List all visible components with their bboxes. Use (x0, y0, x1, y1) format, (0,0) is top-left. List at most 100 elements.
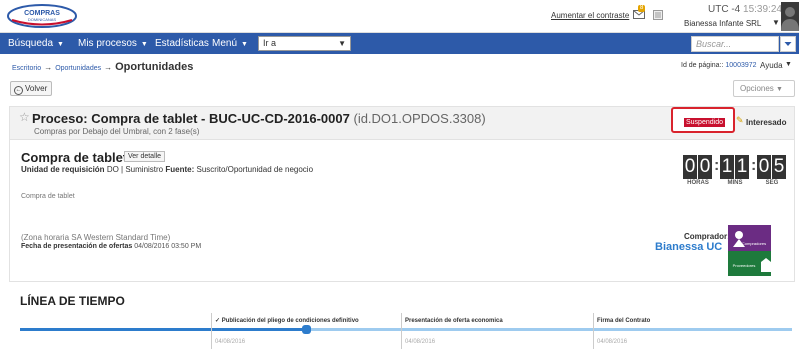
description: Compra de tablet (21, 193, 75, 200)
timeline-milestone[interactable]: Firma del Contrato 04/08/2016 (593, 313, 650, 349)
milestone-date: 04/08/2016 (405, 339, 436, 345)
countdown-separator: : (714, 157, 720, 174)
hours-label: HORAS (687, 180, 709, 186)
countdown-digit: 5 (772, 155, 786, 179)
page-title: Oportunidades (115, 61, 194, 73)
countdown-mins: 11 (720, 155, 750, 179)
nav-menu[interactable]: Menú ▼ (212, 38, 248, 49)
process-title-text: Proceso: Compra de tablet - BUC-UC-CD-20… (32, 111, 350, 126)
chevron-down-icon: ▼ (57, 41, 64, 48)
countdown-digit: 0 (757, 155, 771, 179)
nav-estadisticas[interactable]: Estadísticas (155, 38, 209, 49)
page-id-label: Id de página:: (681, 62, 724, 69)
chevron-down-icon[interactable]: ▼ (785, 61, 792, 68)
options-label: Opciones (740, 84, 774, 93)
unit-value: DO (106, 165, 119, 174)
page-id: Id de página:: 10003972 (681, 62, 757, 69)
milestone-label: ✓ Publicación del pliego de condiciones … (215, 318, 359, 324)
countdown-digit: 1 (735, 155, 749, 179)
status-badge: Suspendido (684, 118, 725, 127)
deadline: Fecha de presentación de ofertas 04/08/2… (21, 243, 201, 250)
logo-line1: COMPRAS (24, 10, 60, 17)
timeline-title: LÍNEA DE TIEMPO (20, 294, 125, 308)
milestone-date: 04/08/2016 (215, 339, 246, 345)
process-title: Proceso: Compra de tablet - BUC-UC-CD-20… (32, 111, 486, 126)
main-nav: Búsqueda ▼ Mis procesos ▼ Estadísticas Men… (0, 33, 799, 54)
page-id-value[interactable]: 10003972 (725, 62, 756, 69)
star-icon[interactable]: ☆ (19, 110, 30, 124)
timeline-milestone[interactable]: Presentación de oferta economica 04/08/2… (401, 313, 503, 349)
search-input[interactable]: Buscar... (691, 36, 779, 52)
timezone-note: (Zona horaria SA Western Standard Time) (21, 233, 171, 242)
nav-mis-procesos[interactable]: Mis procesos ▼ (78, 38, 148, 49)
timeline-milestone[interactable]: ✓ Publicación del pliego de condiciones … (211, 313, 359, 349)
breadcrumb: Escritorio → Oportunidades → Oportunidades (12, 61, 193, 73)
deadline-label: Fecha de presentación de ofertas (21, 243, 133, 250)
countdown-separator: : (751, 157, 757, 174)
source-label: Fuente: (165, 165, 195, 174)
process-panel: ☆ Proceso: Compra de tablet - BUC-UC-CD-… (9, 106, 795, 282)
compras-dominicanas-logo[interactable]: COMPRAS DOMINICANAS (6, 3, 78, 29)
user-menu-caret-icon[interactable]: ▼ (772, 18, 780, 27)
arrow-icon: → (44, 63, 53, 72)
arrow-icon: → (104, 63, 113, 72)
countdown-timer: 00 : 11 : 05 HORAS MINS SEG (683, 155, 787, 187)
process-subtitle: Compras por Debajo del Umbral, con 2 fas… (34, 127, 200, 136)
countdown-digit: 0 (698, 155, 712, 179)
back-label: Volver (25, 84, 48, 93)
compradores-proveedores-logo: Compradores Proveedores (728, 225, 771, 276)
interested-button[interactable]: Interesado (746, 118, 786, 127)
countdown-digit: 0 (683, 155, 697, 179)
status-highlight: Suspendido (671, 107, 735, 133)
countdown-secs: 05 (757, 155, 787, 179)
buyer-label: Comprador: (684, 232, 730, 241)
countdown-digit: 1 (720, 155, 734, 179)
document-icon[interactable] (653, 10, 663, 20)
top-header: COMPRAS DOMINICANAS Aumentar el contrast… (0, 0, 799, 33)
help-link[interactable]: Ayuda (760, 61, 783, 70)
chevron-down-icon: ▼ (338, 39, 346, 48)
unit-line: Unidad de requisición DO | Suministro Fu… (21, 165, 314, 174)
source-value: Suscrito/Oportunidad de negocio (196, 165, 314, 174)
chevron-down-icon: ▼ (776, 86, 783, 93)
nav-label: Estadísticas (155, 38, 209, 49)
timezone: UTC -4 (708, 4, 741, 15)
milestone-label: Presentación de oferta economica (405, 318, 503, 324)
chevron-down-icon: ▼ (140, 41, 148, 48)
chevron-down-icon: ▼ (241, 41, 248, 48)
options-button[interactable]: Opciones ▼ (733, 80, 795, 97)
breadcrumb-root[interactable]: Escritorio (12, 65, 41, 72)
badge-bottom-text: Proveedores (733, 263, 756, 268)
milestone-date: 04/08/2016 (597, 339, 628, 345)
nav-busqueda[interactable]: Búsqueda ▼ (8, 38, 64, 49)
avatar[interactable] (781, 2, 799, 31)
back-button[interactable]: ← Volver (10, 81, 52, 96)
milestone-text: Publicación del pliego de condiciones de… (221, 318, 359, 324)
supply-label: Suministro (125, 165, 164, 174)
arrow-left-icon: ← (14, 86, 23, 95)
milestone-label: Firma del Contrato (597, 318, 651, 324)
search-button[interactable] (780, 36, 796, 52)
process-header: ☆ Proceso: Compra de tablet - BUC-UC-CD-… (10, 107, 794, 140)
pin-icon[interactable]: ✎ (736, 115, 744, 126)
goto-value: Ir a (263, 38, 277, 48)
nav-label: Menú (212, 38, 238, 49)
nav-label: Mis procesos (78, 38, 137, 49)
opportunity-name: Compra de tablet (21, 150, 128, 165)
check-icon: ✓ (215, 318, 221, 324)
chevron-down-icon (784, 42, 792, 46)
current-time: 15:39:24 (743, 4, 782, 15)
user-name[interactable]: Bianessa Infante SRL (684, 19, 761, 28)
secs-label: SEG (765, 180, 779, 186)
logo-line2: DOMINICANAS (28, 17, 57, 22)
breadcrumb-parent[interactable]: Oportunidades (55, 65, 101, 72)
user-silhouette-icon (781, 7, 799, 31)
increase-contrast-link[interactable]: Aumentar el contraste (551, 11, 629, 20)
buyer-name[interactable]: Bianessa UC (655, 241, 722, 253)
mail-count-badge: 8 (638, 5, 646, 12)
view-detail-button[interactable]: Ver detalle (124, 151, 166, 162)
badge-top-text: Compradores (742, 241, 766, 246)
goto-select[interactable]: Ir a ▼ (258, 36, 351, 51)
countdown-hours: 00 (683, 155, 713, 179)
clock: UTC -4 15:39:24 (708, 4, 782, 15)
